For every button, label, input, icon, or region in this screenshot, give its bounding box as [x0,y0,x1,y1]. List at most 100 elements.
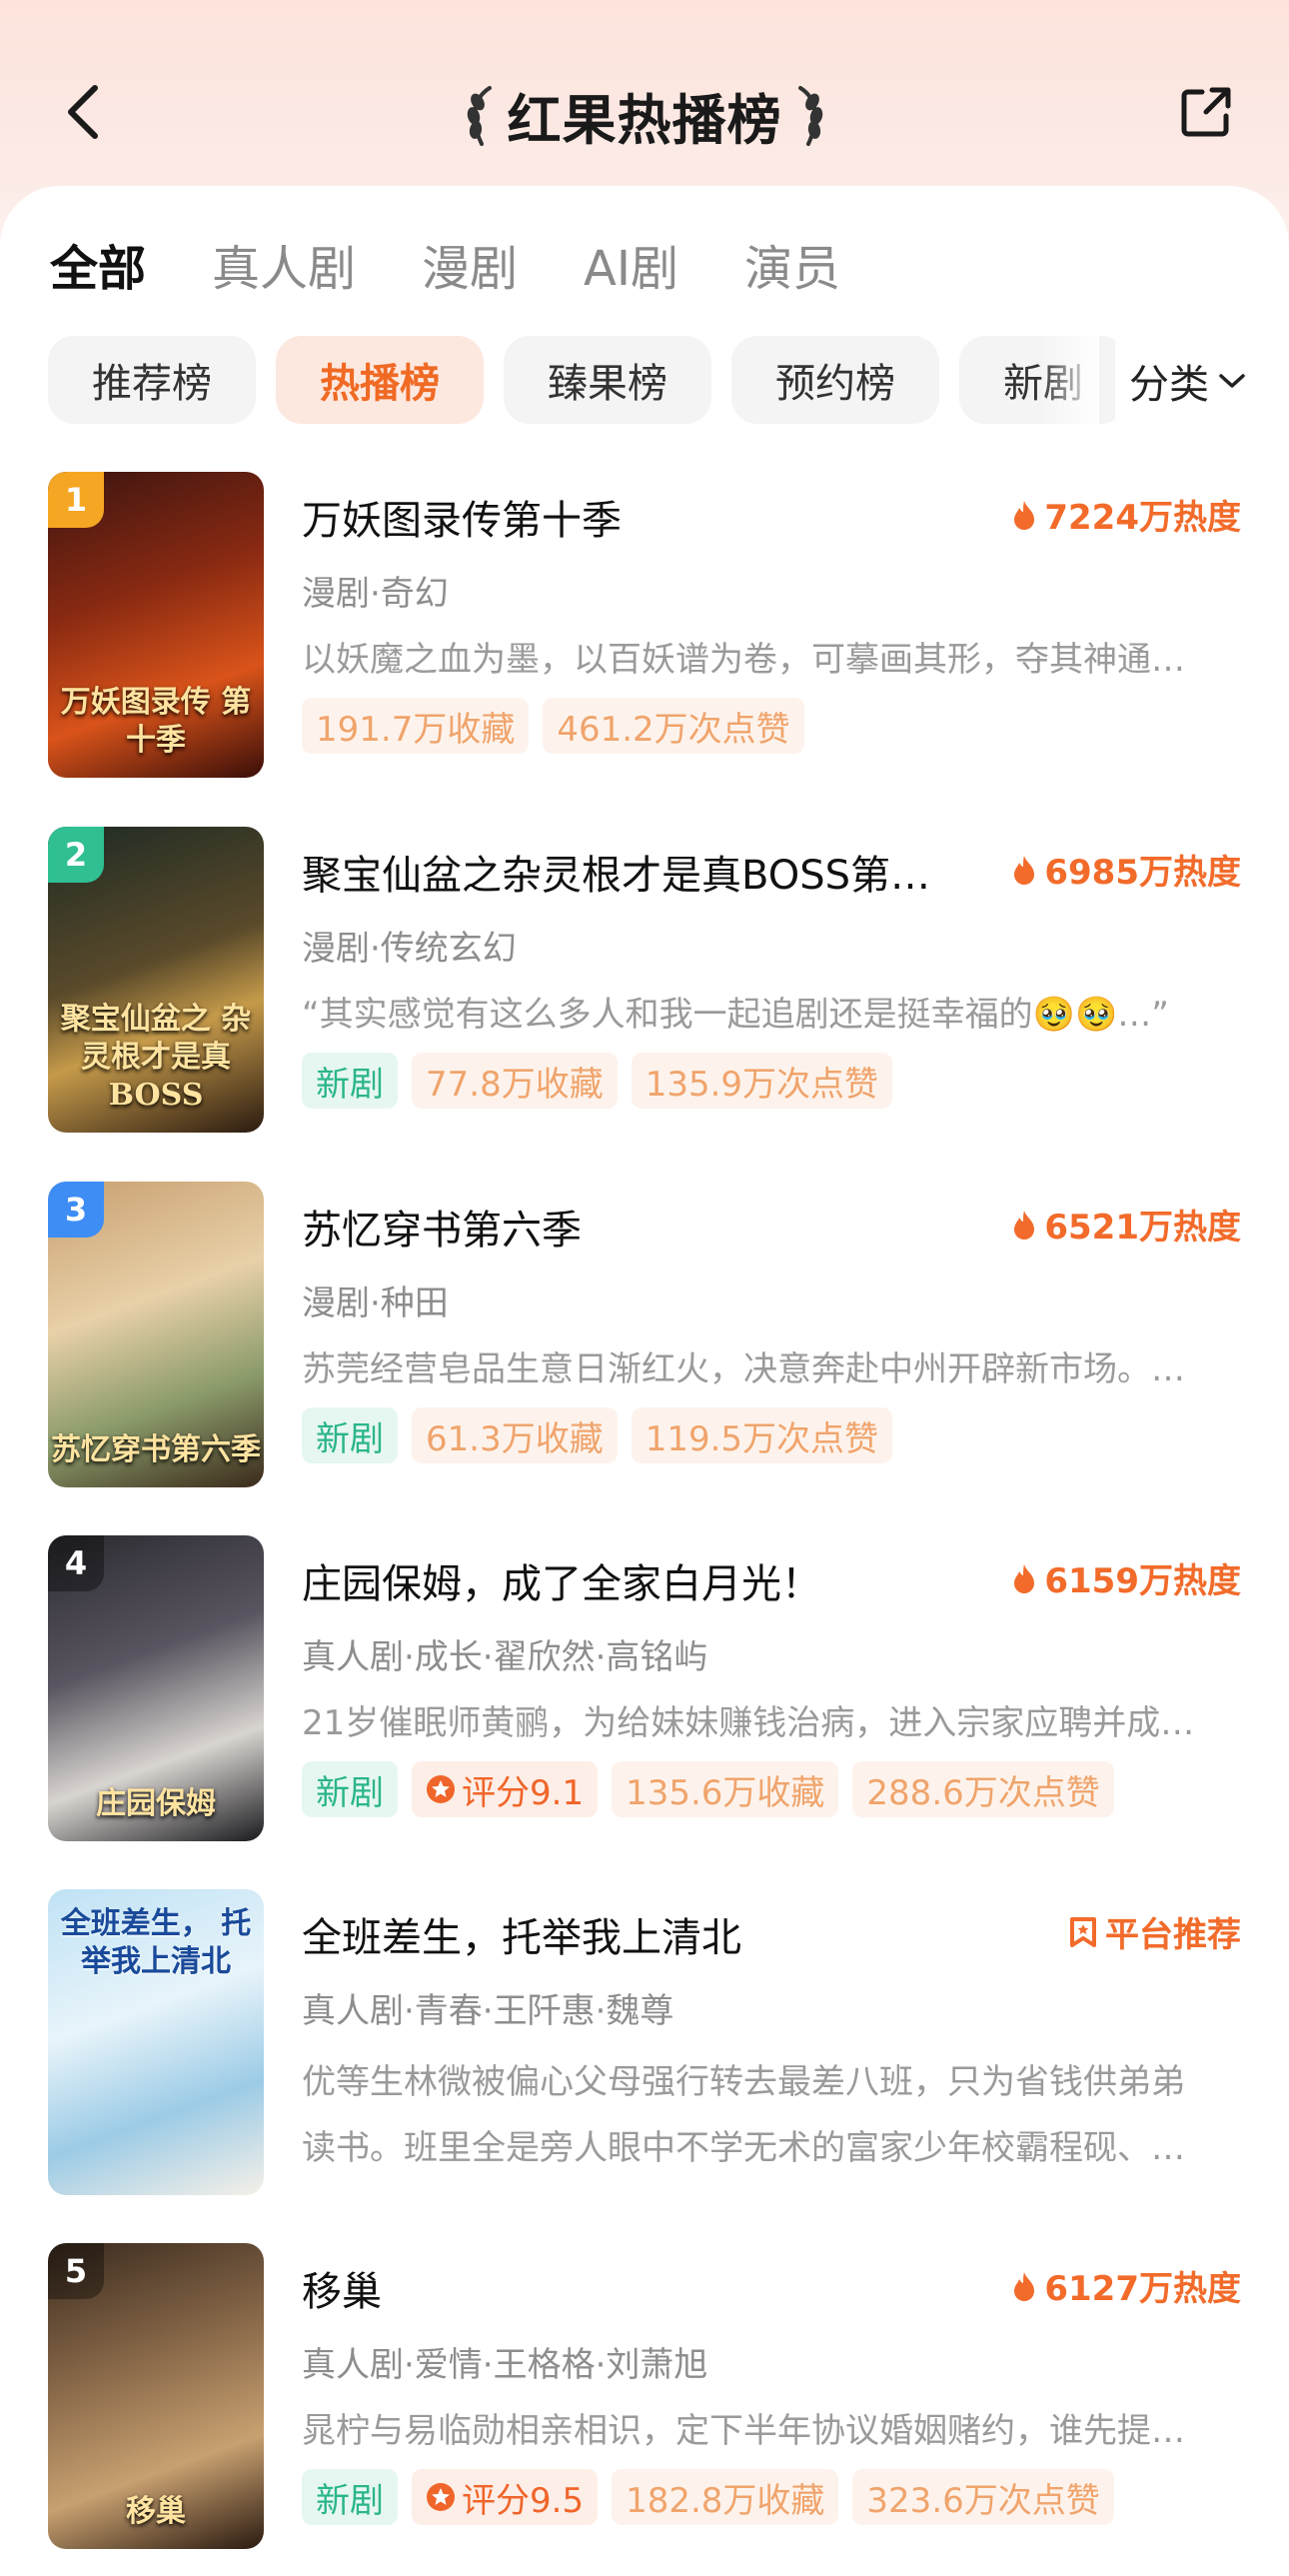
share-button[interactable] [1171,72,1241,152]
heat-score: 6985万热度 [1012,845,1241,894]
heat-value: 6127万热度 [1044,2269,1241,2309]
tab-all[interactable]: 全部 [50,238,146,300]
flame-icon [1014,1210,1035,1240]
item-title[interactable]: 万妖图录传第十季 [302,488,981,546]
category-tabs: 全部 真人剧 漫剧 AI剧 演员 [50,238,906,300]
new-tag: 新剧 [302,1407,398,1463]
list-item[interactable]: 4 庄园保姆 庄园保姆，成了全家白月光！ 6159万热度 真人剧·成长·翟欣然·… [0,1535,1289,1855]
cover-image[interactable]: 1 万妖图录传 第十季 [48,472,264,778]
chip-hot[interactable]: 热播榜 [276,336,484,424]
tab-ai[interactable]: AI剧 [584,238,678,300]
item-tags: 新剧 61.3万收藏 119.5万次点赞 [302,1407,893,1463]
heat-value: 6985万热度 [1044,853,1241,893]
likes-tag: 119.5万次点赞 [631,1407,893,1463]
share-icon [1181,87,1231,137]
list-item[interactable]: 全班差生， 托举我上清北 全班差生，托举我上清北 平台推荐 真人剧·青春·王阡惠… [0,1889,1289,2209]
list-item[interactable]: 2 聚宝仙盆之 杂灵根才是真BOSS 聚宝仙盆之杂灵根才是真BOSS第… 698… [0,827,1289,1147]
cover-image[interactable]: 3 苏忆穿书第六季 [48,1182,264,1487]
favorites-tag: 61.3万收藏 [412,1407,618,1463]
list-item[interactable]: 5 移巢 移巢 6127万热度 真人剧·爱情·王格格·刘萧旭 晁柠与易临勋相亲相… [0,2243,1289,2563]
rank-badge: 3 [48,1182,104,1238]
cover-title-art: 苏忆穿书第六季 [51,1432,261,1467]
item-title[interactable]: 全班差生，托举我上清北 [302,1905,981,1963]
badge-label: 平台推荐 [1105,1915,1241,1955]
description-line-1: 优等生林微被偏心父母强行转去最差八班，只为省钱供弟弟 [302,2062,1185,2102]
category-label: 分类 [1129,362,1209,408]
laurel-left-icon [467,85,492,146]
likes-tag: 135.9万次点赞 [631,1053,893,1109]
laurel-right-icon [797,85,822,146]
item-tags: 新剧 77.8万收藏 135.9万次点赞 [302,1053,893,1109]
rating-value: 评分9.5 [462,2480,585,2521]
item-description: 21岁催眠师黄鹂，为给妹妹赚钱治病，进入宗家应聘并成… [302,1703,1195,1743]
content-sheet: 全部 真人剧 漫剧 AI剧 演员 推荐榜 热播榜 臻果榜 预约榜 新剧 分类 1… [0,186,1289,2576]
likes-tag: 288.6万次点赞 [852,1761,1114,1817]
item-genre: 真人剧·青春·王阡惠·魏尊 [302,1991,674,2031]
favorites-tag: 182.8万收藏 [612,2469,839,2525]
rating-value: 评分9.1 [462,1772,585,1813]
list-item[interactable]: 1 万妖图录传 第十季 万妖图录传第十季 7224万热度 漫剧·奇幻 以妖魔之血… [0,472,1289,792]
item-description: “其实感觉有这么多人和我一起追剧还是挺幸福的🥹🥹…” [302,995,1169,1035]
cover-image[interactable]: 全班差生， 托举我上清北 [48,1889,264,2195]
list-item[interactable]: 3 苏忆穿书第六季 苏忆穿书第六季 6521万热度 漫剧·种田 苏莞经营皂品生意… [0,1182,1289,1501]
flame-icon [1014,1563,1035,1593]
tab-live-action[interactable]: 真人剧 [212,238,356,300]
heat-score: 6127万热度 [1012,2261,1241,2310]
new-tag: 新剧 [302,1761,398,1817]
description-line-2: 读书。班里全是旁人眼中不学无术的富家少年校霸程砚、… [302,2128,1185,2168]
rating-tag: 评分9.5 [412,2469,599,2525]
item-description: 苏莞经营皂品生意日渐红火，决意奔赴中州开辟新市场。… [302,1349,1185,1389]
item-genre: 真人剧·爱情·王格格·刘萧旭 [302,2345,708,2385]
item-title[interactable]: 苏忆穿书第六季 [302,1198,981,1256]
heat-value: 6521万热度 [1044,1208,1241,1248]
heat-value: 7224万热度 [1044,498,1241,538]
heat-score: 7224万热度 [1012,490,1241,539]
cover-title-art: 万妖图录传 第十季 [60,685,252,758]
cover-image[interactable]: 5 移巢 [48,2243,264,2549]
chips-fade [1039,336,1099,426]
page-title: 红果热播榜 [507,89,782,152]
favorites-tag: 135.6万收藏 [612,1761,839,1817]
rank-badge: 5 [48,2243,104,2299]
tab-comic[interactable]: 漫剧 [422,238,518,300]
item-genre: 漫剧·传统玄幻 [302,929,517,969]
item-title[interactable]: 庄园保姆，成了全家白月光！ [302,1551,981,1609]
cover-image[interactable]: 4 庄园保姆 [48,1535,264,1841]
item-genre: 漫剧·种田 [302,1284,449,1323]
likes-tag: 461.2万次点赞 [543,698,804,754]
favorites-tag: 77.8万收藏 [412,1053,618,1109]
star-badge-icon [427,2483,455,2511]
heat-value: 6159万热度 [1044,1561,1241,1601]
bookmark-star-icon [1070,1916,1096,1947]
header: 红果热播榜 [0,0,1289,200]
item-description: 优等生林微被偏心父母强行转去最差八班，只为省钱供弟弟 读书。班里全是旁人眼中不学… [302,2049,1241,2181]
item-tags: 新剧 评分9.5 182.8万收藏 323.6万次点赞 [302,2469,1114,2525]
heat-score: 6159万热度 [1012,1553,1241,1602]
chip-premium[interactable]: 臻果榜 [504,336,711,424]
chip-reserve[interactable]: 预约榜 [731,336,939,424]
page-title-wrap: 红果热播榜 [0,76,1289,155]
item-description: 以妖魔之血为墨，以百妖谱为卷，可摹画其形，夺其神通… [302,640,1185,680]
category-dropdown[interactable]: 分类 [1115,336,1247,426]
rank-badge: 4 [48,1535,104,1591]
item-title[interactable]: 移巢 [302,2259,981,2317]
item-genre: 真人剧·成长·翟欣然·高铭屿 [302,1637,708,1677]
flame-icon [1014,2271,1035,2301]
tab-actors[interactable]: 演员 [744,238,840,300]
new-tag: 新剧 [302,2469,398,2525]
platform-recommend-badge: 平台推荐 [1069,1907,1241,1956]
flame-icon [1014,500,1035,530]
chip-recommend[interactable]: 推荐榜 [48,336,256,424]
cover-title-art: 庄园保姆 [96,1786,216,1821]
flame-icon [1014,855,1035,885]
favorites-tag: 191.7万收藏 [302,698,530,754]
cover-image[interactable]: 2 聚宝仙盆之 杂灵根才是真BOSS [48,827,264,1133]
likes-tag: 323.6万次点赞 [852,2469,1114,2525]
item-title[interactable]: 聚宝仙盆之杂灵根才是真BOSS第… [302,843,981,901]
ranking-chips: 推荐榜 热播榜 臻果榜 预约榜 新剧 [48,336,1127,426]
item-tags: 191.7万收藏 461.2万次点赞 [302,698,804,754]
star-badge-icon [427,1775,455,1803]
item-tags: 新剧 评分9.1 135.6万收藏 288.6万次点赞 [302,1761,1114,1817]
item-genre: 漫剧·奇幻 [302,574,449,614]
rating-tag: 评分9.1 [412,1761,599,1817]
